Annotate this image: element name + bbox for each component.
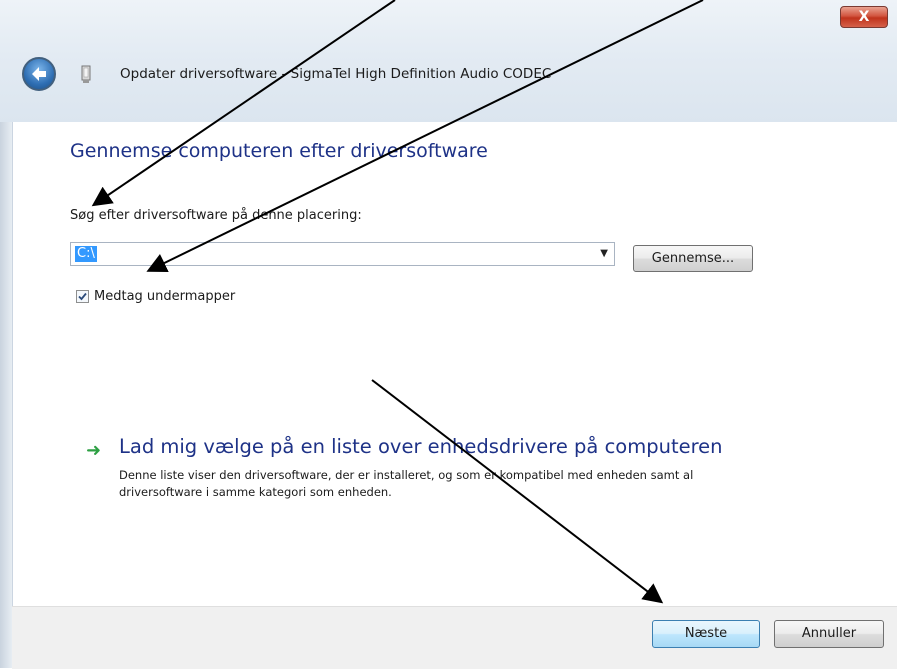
window-title: Opdater driversoftware - SigmaTel High D… — [120, 66, 552, 82]
footer-bar — [12, 606, 897, 669]
device-icon — [81, 65, 91, 83]
close-icon: X — [858, 9, 870, 25]
include-subfolders-checkbox[interactable] — [76, 290, 89, 303]
title-bar: X Opdater driversoftware - SigmaTel High… — [0, 0, 897, 122]
close-button[interactable]: X — [840, 6, 888, 28]
browse-button[interactable]: Gennemse... — [633, 245, 753, 272]
include-subfolders-label[interactable]: Medtag undermapper — [94, 289, 235, 304]
path-combobox[interactable]: C:\ ▼ — [70, 242, 615, 266]
choose-driver-description: Denne liste viser den driversoftware, de… — [119, 468, 694, 499]
search-location-label: Søg efter driversoftware på denne placer… — [70, 208, 362, 223]
content-area — [12, 122, 897, 606]
choose-driver-link[interactable]: Lad mig vælge på en liste over enhedsdri… — [119, 435, 723, 458]
next-button[interactable]: Næste — [652, 620, 760, 648]
green-arrow-icon[interactable]: ➜ — [86, 440, 101, 461]
cancel-button[interactable]: Annuller — [774, 620, 884, 648]
page-title: Gennemse computeren efter driversoftware — [70, 140, 488, 162]
checkmark-icon — [78, 292, 87, 301]
back-button[interactable] — [22, 57, 56, 91]
dropdown-arrow-icon[interactable]: ▼ — [600, 248, 608, 259]
back-arrow-icon — [32, 67, 46, 81]
path-input-value[interactable]: C:\ — [75, 246, 97, 262]
